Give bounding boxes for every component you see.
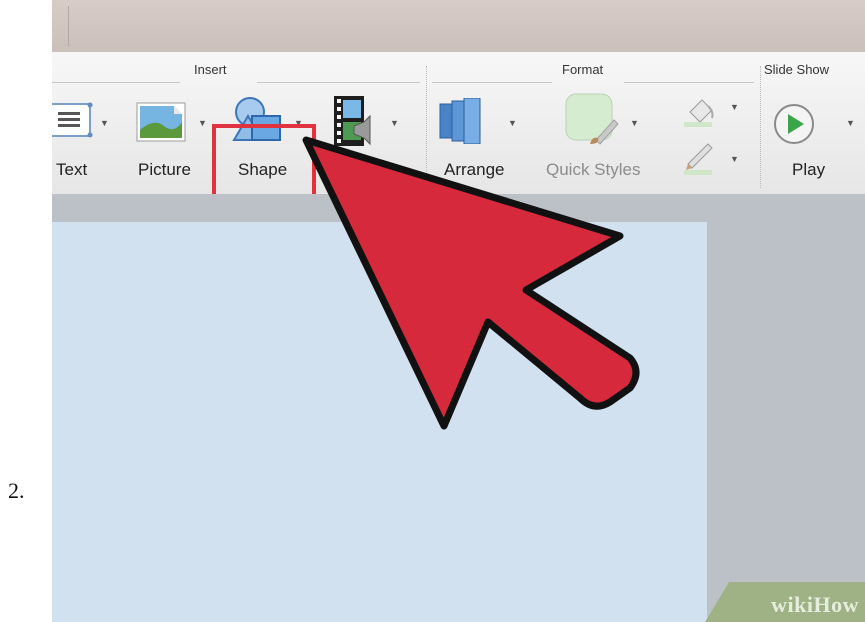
pointer-arrow-icon (302, 136, 640, 430)
powerpoint-screenshot: Insert Format Slide Show ▼ Text ▼ Pictur… (52, 0, 865, 622)
step-number: 2. (8, 478, 25, 503)
